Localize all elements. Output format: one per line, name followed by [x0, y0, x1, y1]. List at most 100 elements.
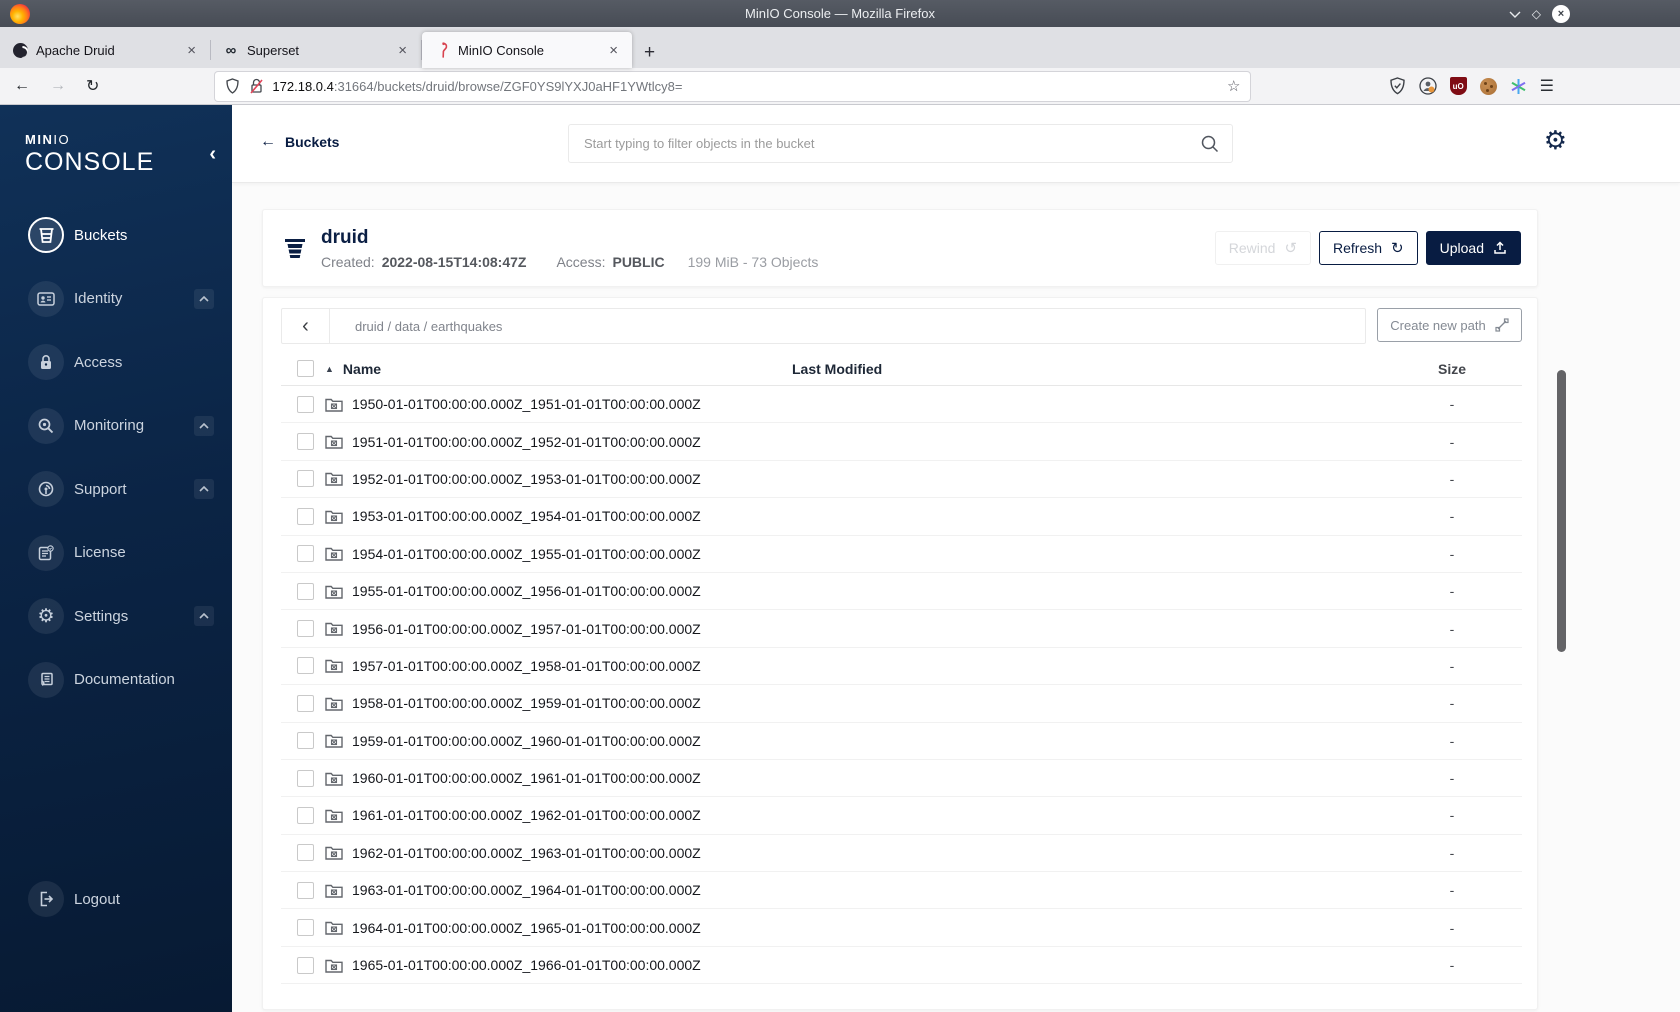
sidebar-item-license[interactable]: License [0, 521, 232, 585]
sidebar-item-buckets[interactable]: Buckets [0, 203, 232, 267]
object-name[interactable]: 1960-01-01T00:00:00.000Z_1961-01-01T00:0… [352, 770, 701, 786]
row-checkbox[interactable] [297, 657, 314, 675]
tab-minio-console[interactable]: MinIO Console × [422, 32, 632, 68]
access-value[interactable]: PUBLIC [612, 254, 664, 270]
row-checkbox[interactable] [297, 545, 314, 563]
sidebar-item-access[interactable]: Access [0, 330, 232, 394]
rewind-button[interactable]: Rewind ↺ [1214, 231, 1312, 265]
table-row[interactable]: 1964-01-01T00:00:00.000Z_1965-01-01T00:0… [281, 909, 1522, 947]
forward-icon[interactable]: → [50, 77, 66, 95]
profile-extension-icon[interactable] [1419, 77, 1437, 95]
table-row[interactable]: 1950-01-01T00:00:00.000Z_1951-01-01T00:0… [281, 386, 1522, 424]
tab-apache-druid[interactable]: Apache Druid × [0, 32, 210, 68]
chevron-up-icon[interactable] [194, 606, 214, 626]
row-checkbox[interactable] [297, 844, 314, 862]
object-name[interactable]: 1963-01-01T00:00:00.000Z_1964-01-01T00:0… [352, 882, 701, 898]
tab-close-icon[interactable]: × [603, 42, 624, 59]
object-name[interactable]: 1958-01-01T00:00:00.000Z_1959-01-01T00:0… [352, 695, 701, 711]
row-checkbox[interactable] [297, 395, 314, 413]
new-tab-button[interactable]: + [632, 42, 667, 68]
create-new-path-button[interactable]: Create new path [1377, 308, 1522, 342]
object-name[interactable]: 1961-01-01T00:00:00.000Z_1962-01-01T00:0… [352, 807, 701, 823]
ublock-origin-icon[interactable]: uO [1449, 77, 1467, 95]
table-row[interactable]: 1955-01-01T00:00:00.000Z_1956-01-01T00:0… [281, 573, 1522, 611]
window-close-icon[interactable]: × [1552, 4, 1570, 23]
column-header-last-modified[interactable]: Last Modified [792, 361, 1382, 377]
tab-close-icon[interactable]: × [392, 42, 413, 59]
colorful-asterisk-extension-icon[interactable] [1510, 78, 1527, 95]
tab-close-icon[interactable]: × [181, 42, 202, 59]
row-checkbox[interactable] [297, 507, 314, 525]
object-name[interactable]: 1950-01-01T00:00:00.000Z_1951-01-01T00:0… [352, 396, 701, 412]
sidebar-item-logout[interactable]: Logout [0, 868, 232, 932]
breadcrumb[interactable]: druid / data / earthquakes [330, 309, 502, 343]
row-checkbox[interactable] [297, 956, 314, 974]
refresh-button[interactable]: Refresh ↻ [1319, 231, 1418, 265]
window-maximize-icon[interactable]: ◇ [1532, 8, 1541, 20]
sidebar-item-monitoring[interactable]: Monitoring [0, 394, 232, 458]
table-row[interactable]: 1961-01-01T00:00:00.000Z_1962-01-01T00:0… [281, 797, 1522, 835]
table-row[interactable]: 1956-01-01T00:00:00.000Z_1957-01-01T00:0… [281, 610, 1522, 648]
table-row[interactable]: 1951-01-01T00:00:00.000Z_1952-01-01T00:0… [281, 423, 1522, 461]
object-name[interactable]: 1951-01-01T00:00:00.000Z_1952-01-01T00:0… [352, 434, 701, 450]
search-input[interactable] [569, 125, 1201, 162]
insecure-lock-icon[interactable] [249, 78, 264, 94]
object-name[interactable]: 1965-01-01T00:00:00.000Z_1966-01-01T00:0… [352, 957, 701, 973]
hamburger-menu-icon[interactable]: ☰ [1540, 76, 1554, 96]
chevron-up-icon[interactable] [194, 288, 214, 309]
table-row[interactable]: 1960-01-01T00:00:00.000Z_1961-01-01T00:0… [281, 760, 1522, 798]
back-icon[interactable]: ← [14, 77, 30, 95]
table-row[interactable]: 1953-01-01T00:00:00.000Z_1954-01-01T00:0… [281, 498, 1522, 536]
sidebar-item-identity[interactable]: Identity [0, 267, 232, 331]
object-name[interactable]: 1954-01-01T00:00:00.000Z_1955-01-01T00:0… [352, 546, 701, 562]
object-name[interactable]: 1956-01-01T00:00:00.000Z_1957-01-01T00:0… [352, 621, 701, 637]
table-row[interactable]: 1965-01-01T00:00:00.000Z_1966-01-01T00:0… [281, 947, 1522, 985]
table-row[interactable]: 1962-01-01T00:00:00.000Z_1963-01-01T00:0… [281, 835, 1522, 873]
table-row[interactable]: 1954-01-01T00:00:00.000Z_1955-01-01T00:0… [281, 536, 1522, 573]
sort-ascending-icon[interactable]: ▲ [325, 364, 334, 374]
table-row[interactable]: 1957-01-01T00:00:00.000Z_1958-01-01T00:0… [281, 648, 1522, 686]
upload-button[interactable]: Upload [1425, 231, 1521, 265]
object-name[interactable]: 1964-01-01T00:00:00.000Z_1965-01-01T00:0… [352, 920, 701, 936]
object-name[interactable]: 1953-01-01T00:00:00.000Z_1954-01-01T00:0… [352, 508, 701, 524]
row-checkbox[interactable] [297, 433, 314, 451]
select-all-checkbox[interactable] [297, 360, 314, 377]
column-header-name[interactable]: Name [343, 361, 381, 377]
row-checkbox[interactable] [297, 620, 314, 638]
breadcrumb-back-icon[interactable]: ‹ [282, 309, 330, 343]
object-name[interactable]: 1955-01-01T00:00:00.000Z_1956-01-01T00:0… [352, 583, 701, 599]
tab-superset[interactable]: ∞ Superset × [211, 32, 421, 68]
url-bar[interactable]: 172.18.0.4:31664/buckets/druid/browse/ZG… [215, 71, 1251, 101]
row-checkbox[interactable] [297, 919, 314, 937]
sidebar-item-support[interactable]: Support [0, 457, 232, 521]
sidebar-item-documentation[interactable]: Documentation [0, 648, 232, 712]
object-name[interactable]: 1959-01-01T00:00:00.000Z_1960-01-01T00:0… [352, 733, 701, 749]
window-minimize-icon[interactable] [1509, 10, 1521, 18]
sidebar-collapse-icon[interactable]: ‹ [209, 143, 216, 166]
table-row[interactable]: 1952-01-01T00:00:00.000Z_1953-01-01T00:0… [281, 461, 1522, 499]
tracking-shield-icon[interactable] [225, 78, 240, 94]
row-checkbox[interactable] [297, 806, 314, 824]
chevron-up-icon[interactable] [194, 415, 214, 436]
row-checkbox[interactable] [297, 769, 314, 787]
row-checkbox[interactable] [297, 694, 314, 712]
row-checkbox[interactable] [297, 732, 314, 750]
chevron-up-icon[interactable] [194, 479, 214, 499]
shield-check-extension-icon[interactable] [1389, 77, 1406, 95]
object-name[interactable]: 1957-01-01T00:00:00.000Z_1958-01-01T00:0… [352, 658, 701, 674]
sidebar-item-settings[interactable]: ⚙ Settings [0, 584, 232, 648]
bookmark-star-icon[interactable]: ☆ [1227, 77, 1240, 95]
reload-icon[interactable]: ↻ [86, 76, 99, 96]
cookie-extension-icon[interactable] [1479, 77, 1497, 95]
object-name[interactable]: 1952-01-01T00:00:00.000Z_1953-01-01T00:0… [352, 471, 701, 487]
table-row[interactable]: 1958-01-01T00:00:00.000Z_1959-01-01T00:0… [281, 685, 1522, 723]
column-header-size[interactable]: Size [1382, 361, 1522, 377]
row-checkbox[interactable] [297, 582, 314, 600]
scrollbar-thumb[interactable] [1557, 370, 1566, 652]
row-checkbox[interactable] [297, 470, 314, 488]
table-row[interactable]: 1959-01-01T00:00:00.000Z_1960-01-01T00:0… [281, 723, 1522, 760]
row-checkbox[interactable] [297, 881, 314, 899]
table-row[interactable]: 1963-01-01T00:00:00.000Z_1964-01-01T00:0… [281, 872, 1522, 910]
back-to-buckets-link[interactable]: ← Buckets [260, 133, 339, 151]
console-settings-gear-icon[interactable]: ⚙ [1544, 127, 1567, 153]
